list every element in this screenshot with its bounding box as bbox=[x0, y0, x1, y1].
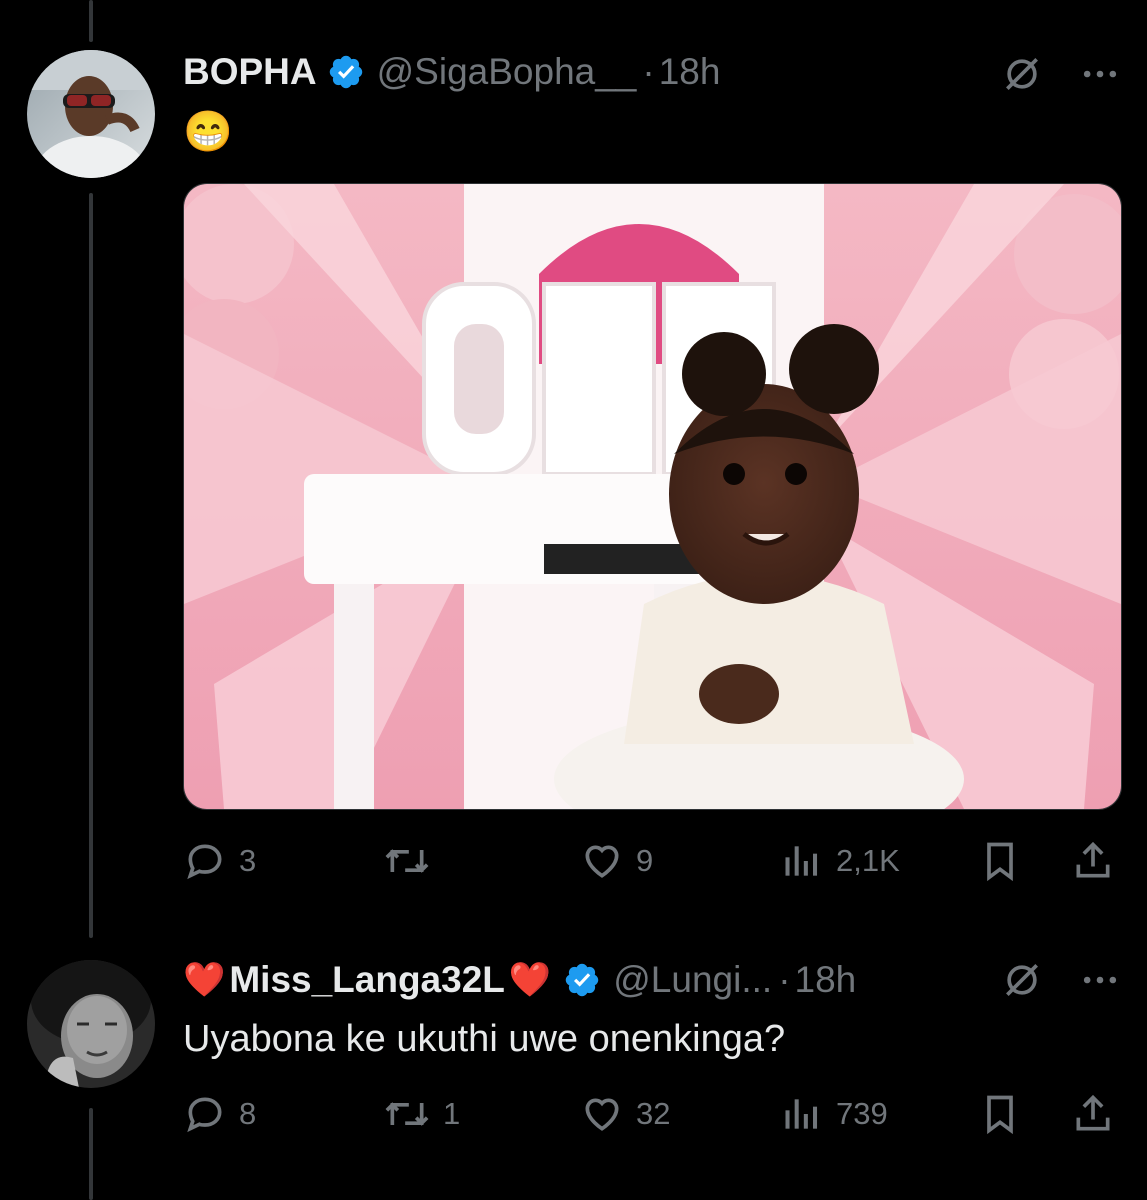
reply-icon bbox=[187, 844, 222, 880]
heart-icon bbox=[585, 1098, 619, 1131]
avatar[interactable] bbox=[27, 50, 155, 178]
retweet-icon bbox=[385, 849, 429, 873]
share-icon bbox=[1076, 1094, 1110, 1131]
reply-button[interactable]: 8 bbox=[183, 1084, 256, 1144]
thread-line-bottom bbox=[89, 1108, 93, 1200]
tweet-action-bar: 8 1 32 739 bbox=[183, 1084, 1118, 1144]
views-icon bbox=[785, 1099, 818, 1129]
share-button[interactable] bbox=[1071, 831, 1115, 891]
retweet-button[interactable]: 1 bbox=[383, 1084, 460, 1144]
view-count: 2,1K bbox=[836, 843, 900, 878]
views-button[interactable]: 2,1K bbox=[780, 831, 900, 891]
avatar[interactable] bbox=[27, 960, 155, 1088]
like-count: 9 bbox=[636, 843, 654, 878]
timestamp[interactable]: 18h bbox=[659, 51, 721, 93]
tweet-header: BOPHA @SigaBopha__ · 18h bbox=[183, 50, 720, 94]
tweet-text: Uyabona ke ukuthi uwe onenkinga? bbox=[183, 1018, 786, 1060]
retweet-count: 1 bbox=[443, 1096, 461, 1131]
bookmark-icon bbox=[987, 1095, 1013, 1135]
tweet-text: 😁 bbox=[183, 110, 233, 154]
reply-button[interactable]: 3 bbox=[183, 831, 256, 891]
like-button[interactable]: 9 bbox=[580, 831, 653, 891]
views-button[interactable]: 739 bbox=[780, 1084, 888, 1144]
display-name[interactable]: BOPHA bbox=[183, 51, 317, 93]
retweet-button[interactable] bbox=[383, 831, 443, 891]
more-options-icon[interactable] bbox=[1078, 958, 1122, 1002]
tweet-top-actions bbox=[1000, 958, 1122, 1002]
reply-count: 3 bbox=[239, 843, 257, 878]
verified-badge-icon[interactable] bbox=[327, 53, 365, 91]
thread-line-middle bbox=[89, 193, 93, 938]
tweet-header: ❤️ Miss_Langa32L ❤️ @Lungi... · 18h bbox=[183, 958, 856, 1002]
name-prefix-emoji: ❤️ bbox=[183, 961, 226, 999]
heart-icon bbox=[585, 845, 619, 878]
grok-icon[interactable] bbox=[1000, 958, 1044, 1002]
name-suffix-emoji: ❤️ bbox=[508, 961, 552, 999]
bookmark-icon bbox=[987, 842, 1013, 882]
view-count: 739 bbox=[836, 1096, 888, 1131]
separator-dot: · bbox=[778, 959, 791, 1000]
more-options-icon[interactable] bbox=[1078, 52, 1122, 96]
tweet-action-bar: 3 9 2,1K bbox=[183, 831, 1118, 891]
display-name[interactable]: Miss_Langa32L bbox=[229, 959, 505, 1001]
retweet-icon bbox=[385, 1102, 429, 1126]
verified-badge-icon[interactable] bbox=[563, 961, 601, 999]
bookmark-button[interactable] bbox=[978, 1084, 1022, 1144]
tweet-media-photo[interactable] bbox=[183, 183, 1122, 810]
bookmark-button[interactable] bbox=[978, 831, 1022, 891]
thread-line-top bbox=[89, 0, 93, 42]
separator-dot: · bbox=[642, 51, 655, 92]
views-icon bbox=[785, 846, 818, 876]
timestamp[interactable]: 18h bbox=[795, 959, 857, 1001]
share-icon bbox=[1076, 841, 1110, 878]
handle[interactable]: @SigaBopha__ bbox=[377, 51, 637, 93]
share-button[interactable] bbox=[1071, 1084, 1115, 1144]
handle[interactable]: @Lungi... bbox=[613, 959, 772, 1001]
reply-count: 8 bbox=[239, 1096, 257, 1131]
like-button[interactable]: 32 bbox=[580, 1084, 670, 1144]
grok-icon[interactable] bbox=[1000, 52, 1044, 96]
tweet-top-actions bbox=[1000, 52, 1122, 96]
like-count: 32 bbox=[636, 1096, 671, 1131]
reply-icon bbox=[187, 1097, 222, 1133]
